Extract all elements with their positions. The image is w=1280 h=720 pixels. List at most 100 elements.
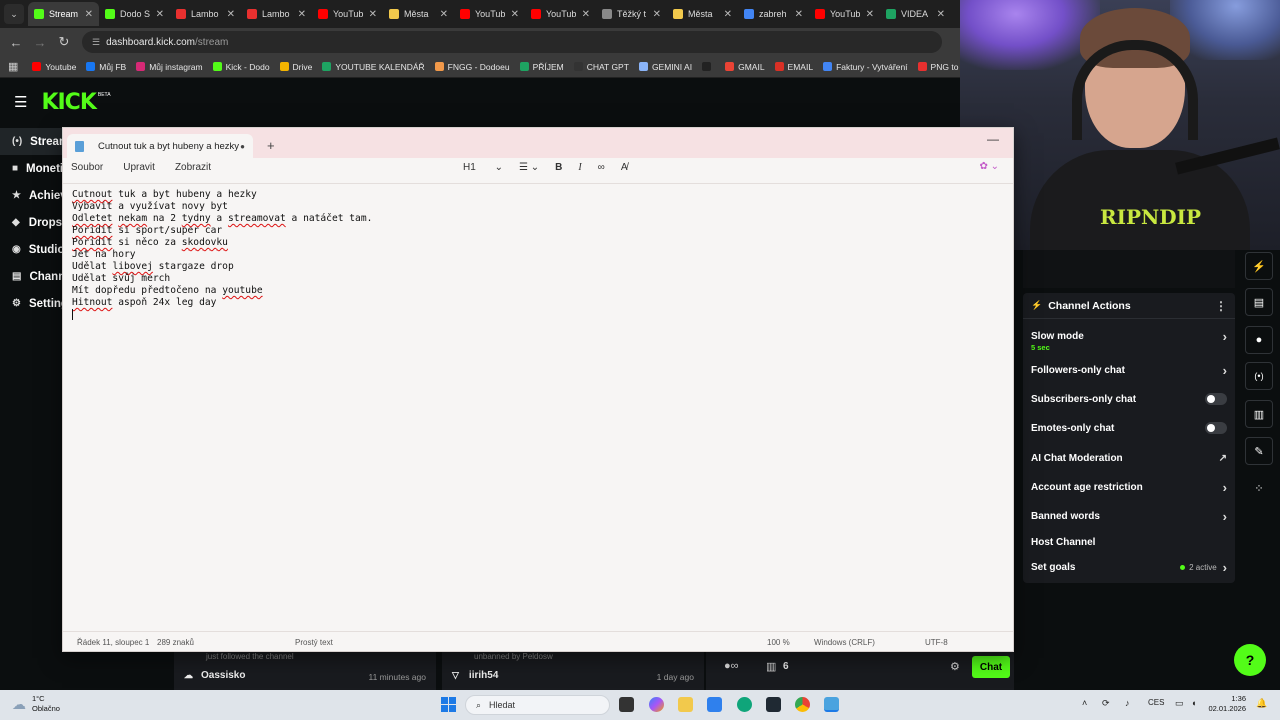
browser-tab[interactable]: Těžký t ✕ — [596, 2, 667, 26]
taskbar-search[interactable]: ⌕ Hledat — [465, 695, 610, 715]
browser-tab[interactable]: YouTub ✕ — [809, 2, 880, 26]
event-username[interactable]: Oassisko — [201, 670, 245, 681]
heading-dropdown[interactable]: H1 ⌄ — [463, 162, 503, 173]
clear-format-icon[interactable]: A̸ — [621, 162, 628, 173]
close-tab-icon[interactable]: ✕ — [866, 9, 874, 20]
browser-tab[interactable]: Dodo S ✕ — [99, 2, 170, 26]
subscribers-only-toggle[interactable] — [1205, 393, 1227, 405]
browser-tab[interactable]: zabreh ✕ — [738, 2, 809, 26]
tab-search-icon[interactable]: ⌄ — [4, 4, 24, 24]
hamburger-menu-icon[interactable]: ☰ — [14, 93, 27, 111]
zoom-level[interactable]: 100 % — [767, 638, 790, 647]
text-format[interactable]: Prostý text — [295, 638, 333, 647]
browser-tab[interactable]: YouTub ✕ — [525, 2, 596, 26]
notepad-text-area[interactable]: Cutnout tuk a byt hubeny a hezky Vybavit… — [63, 184, 1013, 321]
close-tab-icon[interactable]: ✕ — [724, 9, 732, 20]
bookmark-item[interactable] — [702, 62, 715, 72]
banned-words-row[interactable]: Banned words › — [1031, 503, 1227, 529]
sidebar-item[interactable]: ◉ Studio — [0, 236, 62, 263]
minimize-icon[interactable]: — — [987, 132, 999, 146]
ai-moderation-row[interactable]: AI Chat Moderation ↗ — [1031, 445, 1227, 471]
close-tab-icon[interactable]: ✕ — [369, 9, 377, 20]
windows-start-icon[interactable] — [441, 697, 456, 712]
unsaved-dot-icon[interactable]: ● — [240, 142, 245, 151]
sidebar-item[interactable]: (•) Stream — [0, 128, 62, 155]
reload-icon[interactable]: ↻ — [52, 34, 76, 50]
browser-tab[interactable]: Stream ✕ — [28, 2, 99, 26]
copilot-icon[interactable]: ✿ ⌄ — [979, 161, 999, 172]
sidebar-item[interactable]: ▤ Channel — [0, 263, 62, 290]
task-view-icon[interactable] — [619, 697, 634, 712]
broadcast-icon[interactable]: (•) — [1245, 362, 1273, 390]
layout-icon[interactable]: ▥ — [1245, 400, 1273, 428]
followers-only-row[interactable]: Followers-only chat › — [1031, 357, 1227, 383]
volume-icon[interactable]: ◖ — [1191, 698, 1196, 708]
slow-mode-row[interactable]: Slow mode 5 sec › — [1031, 323, 1227, 353]
more-menu-icon[interactable]: ⋮ — [1215, 299, 1227, 313]
kick-logo[interactable]: KICK — [41, 90, 96, 115]
file-explorer-icon[interactable] — [678, 697, 693, 712]
menu-view[interactable]: Zobrazit — [175, 162, 211, 173]
bookmark-item[interactable]: CHAT GPT — [573, 62, 629, 72]
bookmark-item[interactable]: Můj FB — [86, 62, 126, 72]
set-goals-row[interactable]: Set goals 2 active › — [1031, 554, 1227, 580]
sync-icon[interactable]: ⟳ — [1102, 698, 1110, 709]
input-language[interactable]: CES — [1148, 698, 1164, 707]
bookmark-item[interactable]: Můj instagram — [136, 62, 203, 72]
close-tab-icon[interactable]: ✕ — [440, 9, 448, 20]
close-tab-icon[interactable]: ✕ — [511, 9, 519, 20]
forward-icon[interactable]: → — [28, 35, 52, 50]
bold-icon[interactable]: B — [555, 162, 562, 173]
close-tab-icon[interactable]: ✕ — [298, 9, 306, 20]
help-chat-icon[interactable]: ? — [1234, 644, 1266, 676]
url-input[interactable]: ☰ dashboard.kick.com/stream — [82, 31, 942, 53]
site-info-icon[interactable]: ☰ — [92, 37, 100, 48]
sidebar-item[interactable]: ■ Monetization — [0, 155, 62, 182]
close-tab-icon[interactable]: ✕ — [156, 9, 164, 20]
bookmark-item[interactable]: FNGG - Dodoeu — [434, 62, 510, 72]
tray-overflow-icon[interactable]: ˄ — [1082, 698, 1087, 708]
network-icon[interactable]: ▭ — [1175, 698, 1184, 709]
emotes-only-toggle[interactable] — [1205, 422, 1227, 434]
event-username[interactable]: iirih54 — [469, 670, 498, 681]
close-tab-icon[interactable]: ✕ — [85, 9, 93, 20]
close-tab-icon[interactable]: ✕ — [937, 9, 945, 20]
bookmark-item[interactable]: GMAIL — [725, 62, 765, 72]
copilot-app-icon[interactable] — [649, 697, 664, 712]
browser-tab[interactable]: VIDEA ✕ — [880, 2, 951, 26]
store-app-icon[interactable] — [707, 697, 722, 712]
notifications-icon[interactable]: 🔔 — [1256, 698, 1267, 709]
chat-settings-icon[interactable]: ⚙ — [950, 660, 960, 673]
bookmark-item[interactable]: Faktury - Vytváření — [823, 62, 908, 72]
menu-file[interactable]: Soubor — [71, 162, 103, 173]
browser-tab[interactable]: YouTub ✕ — [312, 2, 383, 26]
line-ending[interactable]: Windows (CRLF) — [814, 638, 875, 647]
list-dropdown-icon[interactable]: ☰ ⌄ — [519, 162, 539, 173]
notepad-app-icon[interactable] — [824, 697, 839, 712]
bookmark-item[interactable]: Kick - Dodo — [212, 62, 270, 72]
browser-tab[interactable]: Lambo ✕ — [241, 2, 312, 26]
apps-grid-icon[interactable]: ▦ — [8, 60, 18, 73]
close-tab-icon[interactable]: ✕ — [795, 9, 803, 20]
host-channel-row[interactable]: Host Channel — [1031, 529, 1227, 555]
edge-icon[interactable] — [737, 697, 752, 712]
bookmark-item[interactable]: EMAIL — [774, 62, 813, 72]
sidebar-item[interactable]: ◆ Drops — [0, 209, 62, 236]
browser-tab[interactable]: YouTub ✕ — [454, 2, 525, 26]
browser-tab[interactable]: Města ✕ — [383, 2, 454, 26]
bookmark-item[interactable]: PŘÍJEM — [519, 62, 564, 72]
system-clock[interactable]: 1:36 02.01.2026 — [1206, 694, 1246, 714]
notepad-tab[interactable]: Cutnout tuk a byt hubeny a hezky ● — [67, 134, 253, 158]
sidebar-item[interactable]: ⚙ Settings — [0, 290, 62, 317]
bookmark-item[interactable]: GEMINI AI — [638, 62, 692, 72]
document-icon[interactable]: ▤ — [1245, 288, 1273, 316]
mic-icon[interactable]: ♪ — [1125, 698, 1130, 708]
chrome-icon[interactable] — [795, 697, 810, 712]
sidebar-item[interactable]: ★ Achievements — [0, 182, 62, 209]
bookmark-item[interactable]: Drive — [279, 62, 312, 72]
back-icon[interactable]: ← — [4, 35, 28, 50]
lightning-icon[interactable]: ⚡ — [1245, 252, 1273, 280]
weather-widget[interactable]: ☁ 1°C Oblačno — [12, 694, 60, 714]
new-tab-icon[interactable]: + — [267, 138, 275, 153]
bookmark-item[interactable]: YOUTUBE KALENDÁŘ — [322, 62, 425, 72]
